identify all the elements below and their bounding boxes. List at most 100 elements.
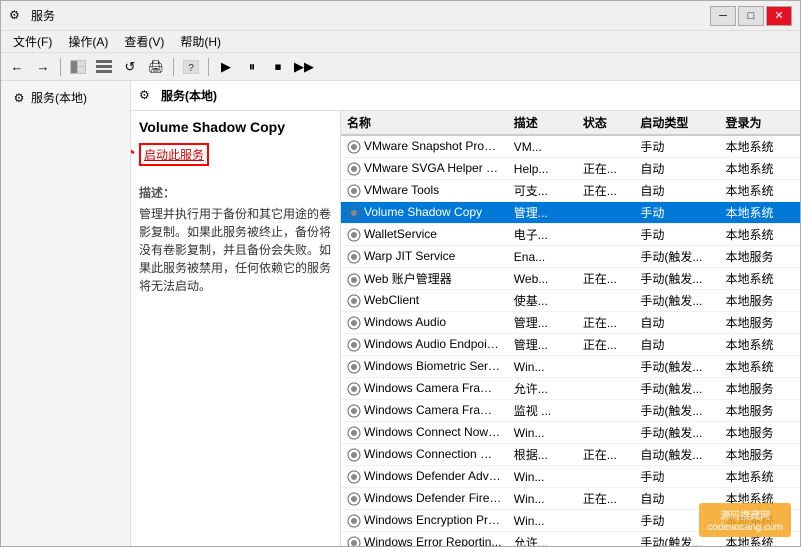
service-start-cell: 自动	[634, 334, 719, 356]
service-desc-cell: Win...	[508, 488, 577, 510]
table-row[interactable]: Windows Defender Adva...Win...手动本地系统	[341, 466, 800, 488]
service-desc-cell: Win...	[508, 466, 577, 488]
watermark-line2: codesocang.com	[707, 522, 783, 533]
service-status-cell: 正在...	[577, 312, 635, 334]
menu-bar: 文件(F) 操作(A) 查看(V) 帮助(H)	[1, 31, 800, 53]
services-icon: ⚙	[11, 90, 27, 106]
service-name-cell: WalletService	[341, 224, 508, 246]
table-row[interactable]: Windows Biometric Servi...Win...手动(触发...…	[341, 356, 800, 378]
col-header-start[interactable]: 启动类型	[634, 111, 719, 135]
watermark: 源码搜藏网 codesocang.com	[699, 503, 791, 537]
description-text: 管理并执行用于备份和其它用途的卷影复制。如果此服务被终止，备份将没有卷影复制，并…	[139, 205, 332, 295]
service-desc-cell: Win...	[508, 356, 577, 378]
table-row[interactable]: Warp JIT ServiceEna...手动(触发...本地服务	[341, 246, 800, 268]
service-desc-cell: 监视 ...	[508, 400, 577, 422]
service-row-icon	[347, 426, 361, 440]
service-status-cell: 正在...	[577, 444, 635, 466]
table-row[interactable]: Windows Audio管理...正在...自动本地服务	[341, 312, 800, 334]
toolbar: ← → ↺ 🖨 ? ▶ ⏸ ⏹ ▶▶	[1, 53, 800, 81]
col-header-desc[interactable]: 描述	[508, 111, 577, 135]
service-status-cell	[577, 135, 635, 158]
table-row[interactable]: Windows Audio Endpoint...管理...正在...自动本地系…	[341, 334, 800, 356]
menu-help[interactable]: 帮助(H)	[172, 31, 229, 52]
service-row-icon	[347, 448, 361, 462]
table-row[interactable]: WebClient使基...手动(触发...本地服务	[341, 290, 800, 312]
service-login-cell: 本地系统	[719, 334, 800, 356]
services-table-container[interactable]: 名称 描述 状态 启动类型 登录为 VMware Snapshot Provid…	[341, 111, 800, 546]
service-start-cell: 手动(触发...	[634, 268, 719, 290]
menu-file[interactable]: 文件(F)	[5, 31, 60, 52]
service-desc-cell: 允许...	[508, 378, 577, 400]
table-row[interactable]: VMware SVGA Helper Se...Help...正在...自动本地…	[341, 158, 800, 180]
service-status-cell	[577, 290, 635, 312]
service-desc-cell: 允许...	[508, 532, 577, 547]
maximize-button[interactable]: □	[738, 6, 764, 26]
service-row-icon	[347, 338, 361, 352]
col-header-status[interactable]: 状态	[577, 111, 635, 135]
service-desc-cell: 使基...	[508, 290, 577, 312]
service-desc-cell: 管理...	[508, 312, 577, 334]
forward-button[interactable]: →	[31, 56, 55, 78]
table-row[interactable]: Windows Connect Now -...Win...手动(触发...本地…	[341, 422, 800, 444]
help-button[interactable]: ?	[179, 56, 203, 78]
service-login-cell: 本地系统	[719, 180, 800, 202]
list-view-button[interactable]	[92, 56, 116, 78]
service-login-cell: 本地服务	[719, 312, 800, 334]
svg-text:?: ?	[188, 63, 194, 74]
table-row[interactable]: Windows Camera Frame ...监视 ...手动(触发...本地…	[341, 400, 800, 422]
service-status-cell: 正在...	[577, 180, 635, 202]
table-row[interactable]: VMware Snapshot Provid...VM...手动本地系统	[341, 135, 800, 158]
service-start-cell: 手动(触发...	[634, 378, 719, 400]
restart-service-button[interactable]: ▶▶	[292, 56, 316, 78]
services-table: 名称 描述 状态 启动类型 登录为 VMware Snapshot Provid…	[341, 111, 800, 546]
service-status-cell	[577, 400, 635, 422]
service-desc-cell: Help...	[508, 158, 577, 180]
menu-view[interactable]: 查看(V)	[116, 31, 172, 52]
service-status-cell	[577, 466, 635, 488]
start-service-link[interactable]: 启动此服务	[139, 143, 209, 166]
service-name-cell: Windows Camera Frame ...	[341, 378, 508, 400]
close-button[interactable]: ✕	[766, 6, 792, 26]
table-row[interactable]: Windows Camera Frame ...允许...手动(触发...本地服…	[341, 378, 800, 400]
service-row-icon	[347, 470, 361, 484]
table-row[interactable]: Windows Connection Ma...根据...正在...自动(触发.…	[341, 444, 800, 466]
service-row-icon	[347, 250, 361, 264]
service-row-icon	[347, 184, 361, 198]
window-icon: ⚙	[9, 8, 25, 24]
service-desc-cell: Win...	[508, 510, 577, 532]
start-service-toolbar-button[interactable]: ▶	[214, 56, 238, 78]
service-start-cell: 手动(触发...	[634, 246, 719, 268]
minimize-button[interactable]: ─	[710, 6, 736, 26]
service-name-cell: Windows Audio Endpoint...	[341, 334, 508, 356]
window-title: 服务	[31, 7, 55, 24]
service-row-icon	[347, 294, 361, 308]
table-row[interactable]: Web 账户管理器Web...正在...手动(触发...本地系统	[341, 268, 800, 290]
menu-action[interactable]: 操作(A)	[60, 31, 116, 52]
table-row[interactable]: Volume Shadow Copy管理...手动本地系统	[341, 202, 800, 224]
window-controls: ─ □ ✕	[710, 6, 792, 26]
separator-3	[208, 58, 209, 76]
service-row-icon	[347, 228, 361, 242]
stop-service-button[interactable]: ⏹	[266, 56, 290, 78]
service-login-cell: 本地系统	[719, 158, 800, 180]
col-header-name[interactable]: 名称	[341, 111, 508, 135]
table-row[interactable]: VMware Tools可支...正在...自动本地系统	[341, 180, 800, 202]
refresh-button[interactable]: ↺	[118, 56, 142, 78]
show-hide-console-button[interactable]	[66, 56, 90, 78]
service-name-cell: Web 账户管理器	[341, 268, 508, 290]
service-start-cell: 手动	[634, 135, 719, 158]
sidebar-item-local-services[interactable]: ⚙ 服务(本地)	[5, 85, 126, 110]
service-name-cell: Windows Encryption Pro...	[341, 510, 508, 532]
print-button[interactable]: 🖨	[144, 56, 168, 78]
service-name-cell: Windows Biometric Servi...	[341, 356, 508, 378]
col-header-login[interactable]: 登录为	[719, 111, 800, 135]
service-desc-cell: Win...	[508, 422, 577, 444]
table-row[interactable]: WalletService电子...手动本地系统	[341, 224, 800, 246]
service-login-cell: 本地服务	[719, 422, 800, 444]
back-button[interactable]: ←	[5, 56, 29, 78]
service-login-cell: 本地服务	[719, 246, 800, 268]
service-name-cell: Volume Shadow Copy	[341, 202, 508, 224]
service-start-cell: 手动(触发...	[634, 290, 719, 312]
pause-service-button[interactable]: ⏸	[240, 56, 264, 78]
service-desc-cell: VM...	[508, 135, 577, 158]
